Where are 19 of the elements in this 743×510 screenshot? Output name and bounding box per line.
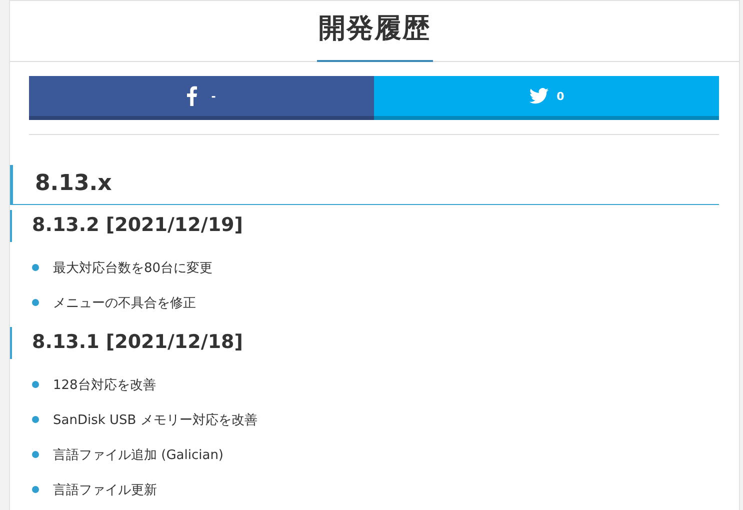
bird-icon: [528, 88, 549, 104]
release-heading: 8.13.1 [2021/12/18]: [10, 327, 719, 359]
change-item: 128台対応を改善: [53, 376, 156, 394]
bullet-icon: [32, 486, 39, 493]
bullet-icon: [32, 264, 39, 271]
page-title: 開発履歴: [316, 1, 432, 62]
release-heading: 8.13.2 [2021/12/19]: [10, 210, 719, 242]
change-item: 言語ファイル更新: [53, 482, 157, 498]
facebook-share-button[interactable]: -: [29, 76, 374, 120]
facebook-icon: [187, 86, 198, 106]
change-item: 最大対応台数を80台に変更: [53, 260, 213, 276]
change-item: 言語ファイル追加 (Galician): [53, 446, 224, 464]
bullet-icon: [32, 299, 39, 306]
change-item: メニューの不具合を修正: [53, 294, 196, 312]
bullet-icon: [32, 381, 39, 388]
section-heading: 8.13.x: [10, 165, 719, 205]
bullet-icon: [32, 451, 39, 458]
change-item: SanDisk USB メモリー対応を改善: [53, 412, 258, 428]
bullet-icon: [32, 416, 39, 423]
